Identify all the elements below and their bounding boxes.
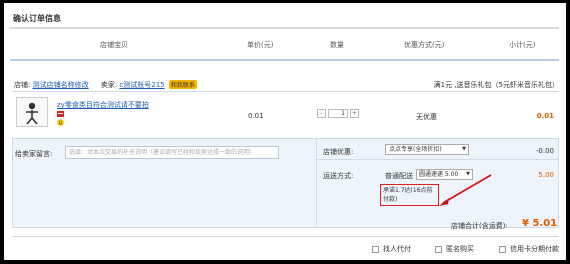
chevron-down-icon: ▼ <box>462 146 466 152</box>
anonymous-purchase-label: 匿名购买 <box>446 245 474 253</box>
mall-icon <box>57 111 64 117</box>
shipping-amount: 5.00 <box>538 171 554 179</box>
header-unit-price: 单价(元) <box>247 41 274 49</box>
shop-info: 店铺: 测试店铺名称修改 卖家: c测试账号215 和我联系 <box>14 80 197 90</box>
product-title-link[interactable]: zy零食类目符合测试请不要拍 <box>57 100 167 110</box>
header-discount: 优惠方式(元) <box>404 41 445 49</box>
pay-by-friend-label: 找人代付 <box>383 245 411 253</box>
credit-installment-option[interactable]: 信用卡分期付款 <box>499 244 559 254</box>
shop-name-link[interactable]: 测试店铺名称修改 <box>33 81 89 89</box>
message-input[interactable]: 选填：对本次交易的补充说明（建议填写已经和卖家达成一致的说明） <box>65 146 279 159</box>
pay-by-friend-checkbox[interactable] <box>372 245 379 253</box>
header-shop-item: 店铺宝贝 <box>100 41 128 49</box>
discount-text: 无优惠 <box>416 113 437 121</box>
item-subtotal: 0.01 <box>536 112 554 120</box>
item-divider <box>12 91 559 92</box>
contact-seller-button[interactable]: 和我联系 <box>168 80 197 89</box>
shop-discount-value: 点点专享(全场折扣) <box>389 146 442 153</box>
header-quantity: 数量 <box>330 41 344 49</box>
total-label: 店铺合计(含运费): <box>451 222 508 230</box>
order-confirm-panel: 确认订单信息 店铺宝贝 单价(元) 数量 优惠方式(元) 小计(元) 店铺: 测… <box>4 3 566 260</box>
shop-label: 店铺: <box>14 81 31 89</box>
credit-installment-checkbox[interactable] <box>499 245 506 253</box>
shop-discount-amount: -0.00 <box>535 147 554 155</box>
total-amount: ¥ 5.01 <box>522 218 558 229</box>
shop-discount-select[interactable]: 点点专享(全场折扣) ▼ <box>385 144 469 155</box>
message-label: 给卖家留言: <box>15 150 53 158</box>
smile-icon <box>57 119 64 126</box>
shop-promo-text: 满1元 ,送音乐礼包（5元虾米音乐礼包） <box>433 81 559 89</box>
shipping-method: 普通配送 <box>385 172 413 180</box>
header-subtotal: 小计(元) <box>509 41 536 49</box>
header-divider <box>10 59 559 61</box>
seller-name-link[interactable]: c测试账号215 <box>119 81 164 89</box>
panel-hline <box>316 159 559 160</box>
product-thumbnail[interactable] <box>16 97 48 127</box>
qty-minus-button[interactable]: - <box>317 109 326 118</box>
quantity-stepper: - 1 + <box>317 109 359 118</box>
credit-installment-label: 信用卡分期付款 <box>510 245 559 253</box>
qty-plus-button[interactable]: + <box>350 109 359 118</box>
page-title: 确认订单信息 <box>13 14 61 23</box>
qty-input[interactable]: 1 <box>328 109 348 118</box>
pay-by-friend-option[interactable]: 找人代付 <box>372 244 411 254</box>
shipping-label: 运送方式: <box>323 172 354 180</box>
panel-divider <box>316 139 317 227</box>
shop-discount-label: 店铺优惠: <box>323 148 354 156</box>
unit-price: 0.01 <box>248 112 264 120</box>
bottom-divider <box>12 236 559 237</box>
seller-label: 卖家: <box>100 81 118 89</box>
anonymous-purchase-option[interactable]: 匿名购买 <box>435 244 474 254</box>
anonymous-purchase-checkbox[interactable] <box>435 245 442 253</box>
annotation-arrow <box>439 174 492 206</box>
title-divider <box>10 27 559 29</box>
